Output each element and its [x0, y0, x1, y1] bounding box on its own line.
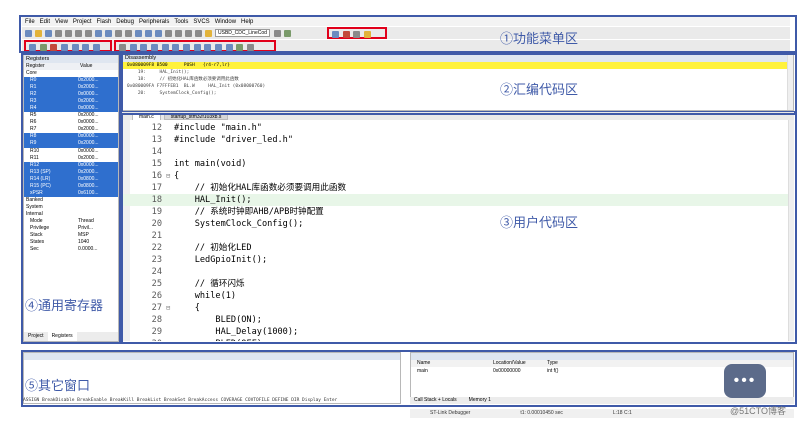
label-code-region: ③用户代码区 [500, 215, 579, 230]
label-disasm-region: ②汇编代码区 [500, 82, 579, 97]
label-menu-region: ①功能菜单区 [500, 31, 579, 46]
status-time: t1: 0.00010450 sec [520, 410, 563, 416]
watermark: @51CTO博客 [730, 406, 786, 416]
label-other-region: ⑤其它窗口 [25, 378, 91, 393]
region-other-box [21, 350, 797, 407]
label-registers-region: ④通用寄存器 [25, 298, 104, 313]
status-position: L:18 C:1 [612, 410, 632, 416]
region-code-box [121, 113, 797, 344]
region-menu-box [19, 15, 797, 53]
status-debugger: ST-Link Debugger [430, 410, 471, 416]
region-disasm-box [121, 53, 797, 113]
chat-bubble-icon[interactable]: ••• [724, 364, 766, 398]
